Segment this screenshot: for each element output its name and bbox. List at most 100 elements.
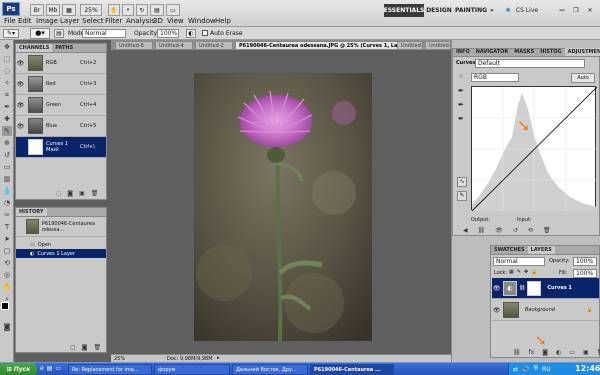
layer-mask-thumbnail[interactable] <box>527 280 542 296</box>
workspace-design[interactable]: DESIGN <box>426 4 452 17</box>
tab-histogram[interactable]: HISTOG <box>537 48 564 56</box>
path-select-tool-icon[interactable]: ➤ <box>2 234 12 244</box>
clone-stamp-tool-icon[interactable]: ⊕ <box>2 138 12 148</box>
menu-analysis[interactable]: Analysis <box>126 17 155 25</box>
curves-graph[interactable] <box>471 86 598 212</box>
new-layer-icon[interactable]: ▣ <box>583 349 589 356</box>
menu-filter[interactable]: Filter <box>105 17 122 25</box>
cs-live-icon[interactable]: ✺ <box>504 4 512 17</box>
history-step-curves[interactable]: ◐ Curves 1 Layer <box>16 249 106 258</box>
type-tool-icon[interactable]: T <box>2 222 12 232</box>
workspace-essentials[interactable]: ESSENTIALS <box>384 4 424 17</box>
curves-preset-select[interactable]: Default <box>475 59 585 68</box>
lock-position-icon[interactable]: ✥ <box>524 269 528 275</box>
doc-tab-active[interactable]: P6190046-Centaurea odessana.JPG @ 25% (C… <box>235 41 421 50</box>
opacity-field[interactable]: 100% <box>157 29 179 38</box>
tray-volume-icon[interactable]: 🔊 <box>522 366 529 373</box>
flower-photo[interactable] <box>194 73 372 341</box>
tablet-pressure-icon[interactable]: ◐ <box>186 29 196 38</box>
crop-tool-icon[interactable]: ⌗ <box>2 90 12 100</box>
visibility-eye-icon[interactable]: 👁 <box>16 60 25 67</box>
doc-tab-untitled-4[interactable]: Untitled-4 <box>155 41 193 50</box>
clip-layer-icon[interactable]: ⛓ <box>478 227 486 234</box>
arrange-documents-icon[interactable]: ▤ <box>150 4 164 16</box>
pencil-draw-curve-icon[interactable]: ✎ <box>457 191 467 201</box>
mode-select[interactable]: Normal <box>82 29 126 38</box>
curve-edit-icon[interactable]: ∿ <box>457 177 467 187</box>
cs-live-label[interactable]: CS Live <box>513 4 541 17</box>
tray-network-icon[interactable]: ⇄ <box>513 366 518 373</box>
status-menu-arrow-icon[interactable]: ▸ <box>217 355 220 361</box>
previous-state-icon[interactable]: ↺ <box>513 227 518 234</box>
visibility-eye-icon[interactable]: 👁 <box>16 102 25 109</box>
lock-transparent-icon[interactable]: ▦ <box>509 269 514 275</box>
close-icon[interactable]: ✕ <box>584 4 596 17</box>
zoom-tool-icon[interactable]: ⌕ <box>122 4 134 16</box>
screen-mode-icon[interactable]: ▭ <box>166 4 180 16</box>
brush-panel-toggle-icon[interactable]: ▤ <box>54 29 64 38</box>
task-replacement[interactable]: Re: Replacement for ima... <box>68 364 152 375</box>
white-point-eyedropper-icon[interactable]: ✒ <box>458 115 464 123</box>
visibility-eye-icon[interactable]: 👁 <box>16 123 25 130</box>
3d-orbit-tool-icon[interactable]: ◎ <box>2 270 12 280</box>
eraser-tool-icon[interactable]: ▭ <box>2 162 12 172</box>
history-brush-tool-icon[interactable]: ↺ <box>2 150 12 160</box>
task-forum[interactable]: форум <box>154 364 230 375</box>
blend-mode-select[interactable]: Normal <box>493 257 545 266</box>
visibility-icon[interactable]: 👁 <box>495 227 503 234</box>
layer-style-icon[interactable]: fx <box>529 349 535 356</box>
eyedropper-tool-icon[interactable]: ✒ <box>2 102 12 112</box>
add-mask-icon[interactable]: ◙ <box>542 349 548 356</box>
quicklaunch-ie-icon[interactable]: e <box>40 365 44 372</box>
mask-link-icon[interactable]: ⛓ <box>519 285 525 291</box>
panel-back-icon[interactable]: ◀ <box>463 227 468 234</box>
tab-channels[interactable]: CHANNELS <box>16 44 53 52</box>
new-group-icon[interactable]: ▭ <box>569 349 575 356</box>
tab-navigator[interactable]: NAVIGATOR <box>473 48 512 56</box>
quicklaunch-desktop-icon[interactable]: ▭ <box>55 365 61 372</box>
layer-visibility-eye-icon[interactable]: 👁 <box>492 285 501 292</box>
tab-masks[interactable]: MASKS <box>511 48 537 56</box>
channel-row-curves-mask[interactable]: Curves 1 Mask Ctrl+\ <box>16 137 106 158</box>
doc-tab-untitled-6[interactable]: Untitled-6 <box>115 41 153 50</box>
delete-state-icon[interactable]: 🗑 <box>94 344 102 351</box>
load-selection-icon[interactable]: ◌ <box>56 190 61 197</box>
task-far-east[interactable]: Дальний Восток. Дру... <box>232 364 308 375</box>
lasso-tool-icon[interactable]: ◌ <box>2 66 12 76</box>
layer-row-curves[interactable]: 👁 ◐ ⛓ Curves 1 <box>492 278 599 299</box>
lock-all-icon[interactable]: 🔒 <box>531 269 537 275</box>
new-channel-icon[interactable]: ▣ <box>79 190 85 197</box>
new-document-from-state-icon[interactable]: ▢ <box>70 344 76 351</box>
3d-rotate-tool-icon[interactable]: ⟲ <box>2 258 12 268</box>
history-snapshot[interactable]: P6190046-Centaurea odessa... <box>16 217 106 237</box>
menu-file[interactable]: File <box>4 17 16 25</box>
auto-button[interactable]: Auto <box>571 73 595 83</box>
doc-tab-untitled-3[interactable]: Untitled-3 <box>425 41 451 50</box>
quick-mask-icon[interactable]: ◙ <box>2 322 12 332</box>
workspace-more[interactable]: » <box>488 4 496 17</box>
view-extras-button[interactable]: ▦ <box>62 4 76 16</box>
gray-point-eyedropper-icon[interactable]: ✒ <box>458 101 464 109</box>
gradient-tool-icon[interactable]: ▥ <box>2 174 12 184</box>
launch-bridge-button[interactable]: Br <box>30 4 44 16</box>
quicklaunch-folder-icon[interactable]: ▤ <box>47 365 53 372</box>
quick-select-tool-icon[interactable]: ✧ <box>2 78 12 88</box>
blur-tool-icon[interactable]: 💧 <box>2 186 12 196</box>
tray-language-icon[interactable]: RU <box>542 366 551 373</box>
move-tool-icon[interactable]: ✥ <box>2 42 12 52</box>
tray-security-icon[interactable]: ⛨ <box>534 365 539 373</box>
menu-select[interactable]: Select <box>82 17 104 25</box>
minimize-icon[interactable]: — <box>556 4 568 17</box>
doc-tab-untitled-7[interactable]: Untitled-7 <box>397 41 423 50</box>
shape-tool-icon[interactable]: ▢ <box>2 246 12 256</box>
delete-adjustment-icon[interactable]: 🗑 <box>543 227 551 234</box>
hand-tool-icon[interactable]: ✋ <box>108 4 120 16</box>
menu-edit[interactable]: Edit <box>18 17 32 25</box>
layer-visibility-eye-icon[interactable]: 👁 <box>492 307 501 314</box>
menu-view[interactable]: View <box>167 17 184 25</box>
channel-row-green[interactable]: 👁 Green Ctrl+4 <box>16 95 106 116</box>
tab-swatches[interactable]: SWATCHES <box>491 246 528 254</box>
doc-tab-untitled-2[interactable]: Untitled-2 <box>195 41 233 50</box>
new-snapshot-icon[interactable]: ◙ <box>82 344 88 351</box>
history-step-open[interactable]: ▭ Open <box>16 240 106 249</box>
